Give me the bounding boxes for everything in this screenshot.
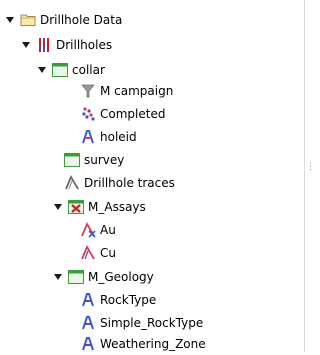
tree-node-label: M_Geology xyxy=(88,270,154,284)
tree-node-drillhole-data[interactable]: Drillhole Data xyxy=(4,9,122,31)
tree-node-rocktype[interactable]: RockType xyxy=(80,289,156,311)
tree-node-label: M campaign xyxy=(100,84,174,98)
tree-node-simple-rocktype[interactable]: Simple_RockType xyxy=(80,312,203,334)
tree-node-label: M_Assays xyxy=(88,200,146,214)
filter-icon xyxy=(80,83,96,99)
tree-node-label: holeid xyxy=(100,130,137,144)
tree-node-label: Weathering_Zone xyxy=(100,337,206,351)
table-icon xyxy=(52,62,68,78)
tree-node-survey[interactable]: survey xyxy=(64,149,124,171)
tree-node-m-geology[interactable]: M_Geology xyxy=(52,266,154,288)
text-label-icon xyxy=(80,315,96,331)
tree-node-label: Completed xyxy=(100,107,166,121)
expand-arrow-icon[interactable] xyxy=(36,64,48,76)
project-tree: Drillhole Data Drillholes collar M campa… xyxy=(0,0,304,352)
expand-arrow-icon[interactable] xyxy=(52,271,64,283)
text-label-icon xyxy=(80,336,96,352)
table-icon xyxy=(68,269,84,285)
tree-node-m-campaign[interactable]: M campaign xyxy=(80,80,173,102)
traces-icon xyxy=(64,175,80,191)
table-icon xyxy=(64,152,80,168)
panel-divider xyxy=(304,0,305,352)
expand-arrow-icon[interactable] xyxy=(4,14,16,26)
expand-arrow-icon[interactable] xyxy=(20,39,32,51)
text-label-icon xyxy=(80,129,96,145)
splitter-grip[interactable]: ⋮ xyxy=(306,160,315,174)
tree-node-label: Cu xyxy=(100,246,116,260)
tree-node-holeid[interactable]: holeid xyxy=(80,126,137,148)
tree-node-label: survey xyxy=(84,153,125,167)
scatter-points-icon xyxy=(80,106,96,122)
tree-node-label: Simple_RockType xyxy=(100,316,204,330)
tree-node-collar[interactable]: collar xyxy=(36,59,105,81)
tree-node-label: collar xyxy=(72,63,105,77)
expand-arrow-icon[interactable] xyxy=(52,201,64,213)
tree-node-drillhole-traces[interactable]: Drillhole traces xyxy=(64,172,175,194)
text-label-icon xyxy=(80,292,96,308)
drillholes-icon xyxy=(36,37,52,53)
line-au-icon xyxy=(80,222,96,238)
tree-node-drillholes[interactable]: Drillholes xyxy=(20,34,112,56)
tree-node-m-assays[interactable]: M_Assays xyxy=(52,196,146,218)
line-cu-icon xyxy=(80,245,96,261)
tree-node-cu[interactable]: Cu xyxy=(80,242,116,264)
tree-node-label: Au xyxy=(100,223,116,237)
folder-icon xyxy=(20,12,36,28)
tree-node-label: Drillholes xyxy=(56,38,113,52)
tree-node-label: Drillhole Data xyxy=(40,13,123,27)
tree-node-label: RockType xyxy=(100,293,157,307)
tree-node-label: Drillhole traces xyxy=(84,176,175,190)
tree-node-au[interactable]: Au xyxy=(80,219,116,241)
assays-table-icon xyxy=(68,199,84,215)
tree-node-completed[interactable]: Completed xyxy=(80,103,165,125)
